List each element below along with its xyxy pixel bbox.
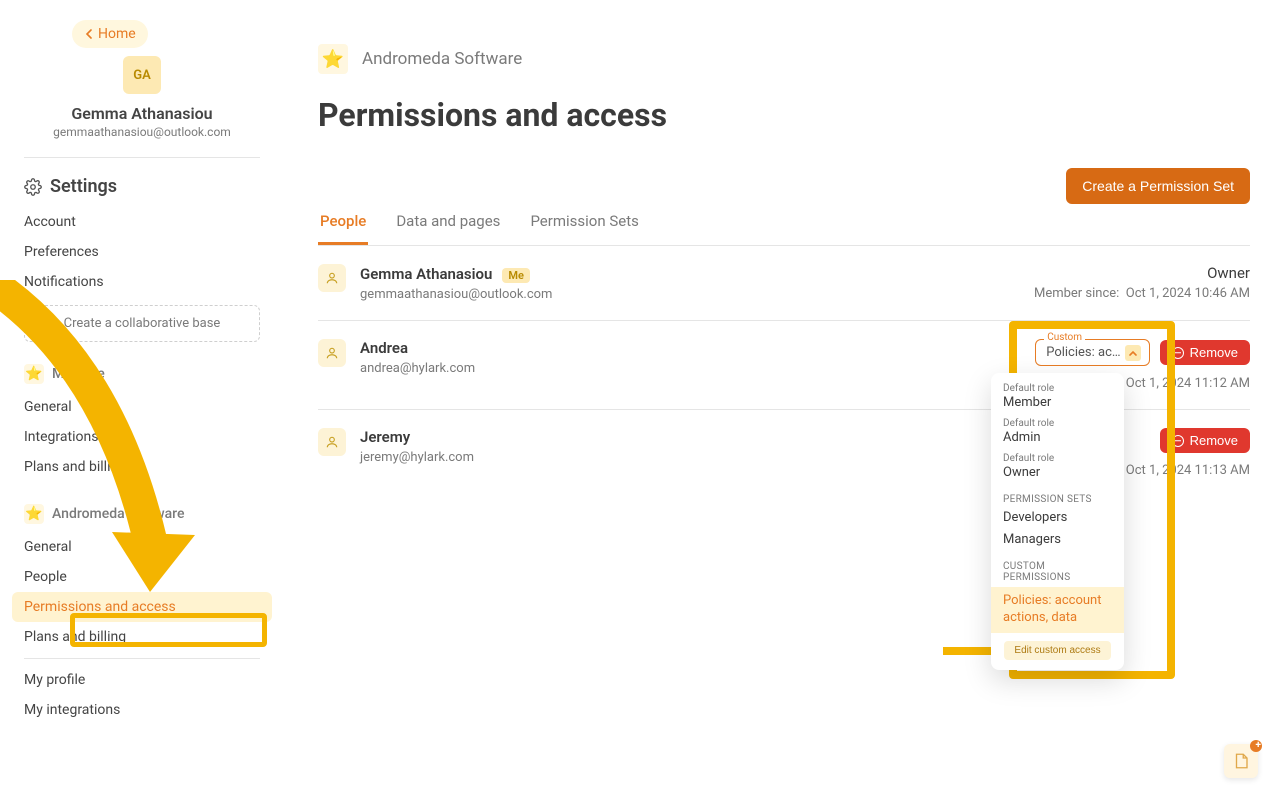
person-row: Gemma Athanasiou Me gemmaathanasiou@outl…	[318, 246, 1250, 321]
base-icon: ⭐	[24, 364, 44, 384]
nav-my-profile[interactable]: My profile	[12, 665, 272, 695]
dd-default-label: Default role	[991, 416, 1124, 429]
role-select-value: Policies: ac…	[1046, 345, 1120, 360]
remove-button[interactable]: Remove	[1160, 340, 1250, 365]
nav-preferences[interactable]: Preferences	[12, 237, 272, 267]
nav-org-plans[interactable]: Plans and billing	[12, 622, 272, 652]
dd-option-owner[interactable]: Owner	[991, 464, 1124, 486]
settings-heading: Settings	[12, 176, 272, 207]
tab-people[interactable]: People	[318, 212, 368, 245]
person-row: Andrea andrea@hylark.com Custom Policies…	[318, 321, 1250, 410]
remove-button[interactable]: Remove	[1160, 428, 1250, 453]
nav-account[interactable]: Account	[12, 207, 272, 237]
note-icon	[1232, 752, 1250, 770]
person-icon	[318, 428, 346, 456]
section-my-base: ⭐ My base	[12, 342, 272, 392]
member-since-value: Oct 1, 2024 10:46 AM	[1126, 286, 1250, 301]
divider	[24, 157, 260, 158]
person-role: Owner	[1034, 264, 1250, 282]
user-block: GA Gemma Athanasiou gemmaathanasiou@outl…	[12, 54, 272, 139]
page-title: Permissions and access	[318, 96, 1250, 134]
role-select-float-label: Custom	[1044, 332, 1085, 343]
tab-data-pages[interactable]: Data and pages	[394, 212, 502, 245]
org-logo: ⭐	[318, 44, 348, 74]
divider	[24, 658, 260, 659]
member-since-value: Oct 1, 2024 11:13 AM	[1126, 463, 1250, 478]
dd-default-label: Default role	[991, 381, 1124, 394]
section-org-label: Andromeda Software	[52, 506, 184, 522]
person-icon	[318, 264, 346, 292]
create-permission-set-button[interactable]: Create a Permission Set	[1066, 168, 1250, 204]
nav-org-permissions[interactable]: Permissions and access	[12, 592, 272, 622]
dd-option-policies[interactable]: Policies: account ac­tions, data	[991, 587, 1124, 633]
person-icon	[318, 339, 346, 367]
person-name: Gemma Athanasiou	[360, 265, 492, 283]
tab-permission-sets[interactable]: Permission Sets	[528, 212, 640, 245]
dd-default-label: Default role	[991, 451, 1124, 464]
org-header: ⭐ Andromeda Software	[318, 44, 1250, 74]
dd-option-member[interactable]: Member	[991, 394, 1124, 416]
org-name: Andromeda Software	[362, 49, 522, 69]
dd-section-custom: CUSTOM PERMISSIONS	[991, 553, 1124, 587]
section-org: ⭐ Andromeda Software	[12, 482, 272, 532]
person-email: gemmaathanasiou@outlook.com	[360, 287, 552, 302]
member-since-value: Oct 1, 2024 11:12 AM	[1126, 376, 1250, 391]
dd-option-managers[interactable]: Managers	[991, 531, 1124, 553]
user-name: Gemma Athanasiou	[12, 104, 272, 123]
nav-base-general[interactable]: General	[12, 392, 272, 422]
dd-option-developers[interactable]: Developers	[991, 509, 1124, 531]
home-button[interactable]: Home	[72, 20, 148, 48]
section-base-label: My base	[52, 366, 105, 382]
edit-custom-access-button[interactable]: Edit custom access	[1004, 641, 1110, 660]
remove-icon	[1172, 435, 1184, 447]
help-fab[interactable]: +	[1224, 744, 1258, 778]
role-dropdown: Default role Member Default role Admin D…	[991, 373, 1124, 670]
nav-my-integrations[interactable]: My integrations	[12, 695, 272, 725]
remove-label: Remove	[1190, 345, 1238, 360]
chevron-up-icon	[1125, 345, 1141, 361]
nav-base-integrations[interactable]: Integrations	[12, 422, 272, 452]
nav-base-plans[interactable]: Plans and billing	[12, 452, 272, 482]
member-since-label: Member since:	[1034, 286, 1119, 301]
person-name: Jeremy	[360, 428, 474, 446]
person-email: andrea@hylark.com	[360, 361, 475, 376]
create-base-button[interactable]: Create a collaborative base	[24, 305, 260, 342]
chevron-left-icon	[84, 29, 94, 39]
tabs: People Data and pages Permission Sets	[318, 212, 1250, 246]
user-email: gemmaathanasiou@outlook.com	[12, 125, 272, 139]
person-email: jeremy@hylark.com	[360, 450, 474, 465]
remove-label: Remove	[1190, 433, 1238, 448]
dd-option-admin[interactable]: Admin	[991, 429, 1124, 451]
nav-org-people[interactable]: People	[12, 562, 272, 592]
sidebar: Home GA Gemma Athanasiou gemmaathanasiou…	[0, 0, 284, 800]
gear-icon	[24, 178, 42, 196]
dd-section-permission-sets: PERMISSION SETS	[991, 486, 1124, 509]
me-badge: Me	[502, 268, 530, 283]
user-avatar: GA	[123, 56, 161, 94]
main-content: ⭐ Andromeda Software Permissions and acc…	[318, 0, 1250, 800]
remove-icon	[1172, 347, 1184, 359]
nav-org-general[interactable]: General	[12, 532, 272, 562]
settings-label: Settings	[50, 176, 117, 197]
plus-icon: +	[1256, 740, 1261, 751]
person-name: Andrea	[360, 339, 475, 357]
role-select[interactable]: Custom Policies: ac…	[1035, 339, 1149, 366]
nav-notifications[interactable]: Notifications	[12, 267, 272, 297]
home-label: Home	[98, 26, 136, 42]
org-icon: ⭐	[24, 504, 44, 524]
